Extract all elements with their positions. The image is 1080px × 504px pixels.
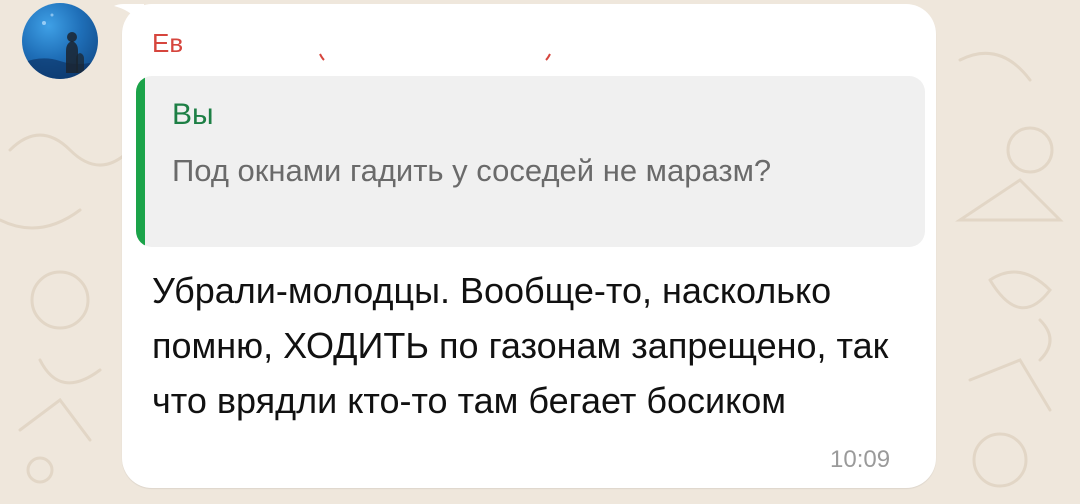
quote-author: Вы [172, 98, 214, 131]
sender-name[interactable]: Ев [152, 28, 183, 59]
quote-text: Под окнами гадить у соседей не маразм? [172, 153, 772, 188]
sender-name-redaction [319, 53, 551, 61]
quoted-message[interactable]: Вы Под окнами гадить у соседей не маразм… [136, 76, 925, 247]
avatar[interactable] [22, 3, 98, 79]
message-text: Убрали-молодцы. Вообще-то, насколько пом… [152, 270, 889, 421]
message-timestamp: 10:09 [830, 446, 891, 473]
quote-accent-bar [136, 76, 145, 247]
ocean-profile-photo-icon [22, 13, 98, 79]
